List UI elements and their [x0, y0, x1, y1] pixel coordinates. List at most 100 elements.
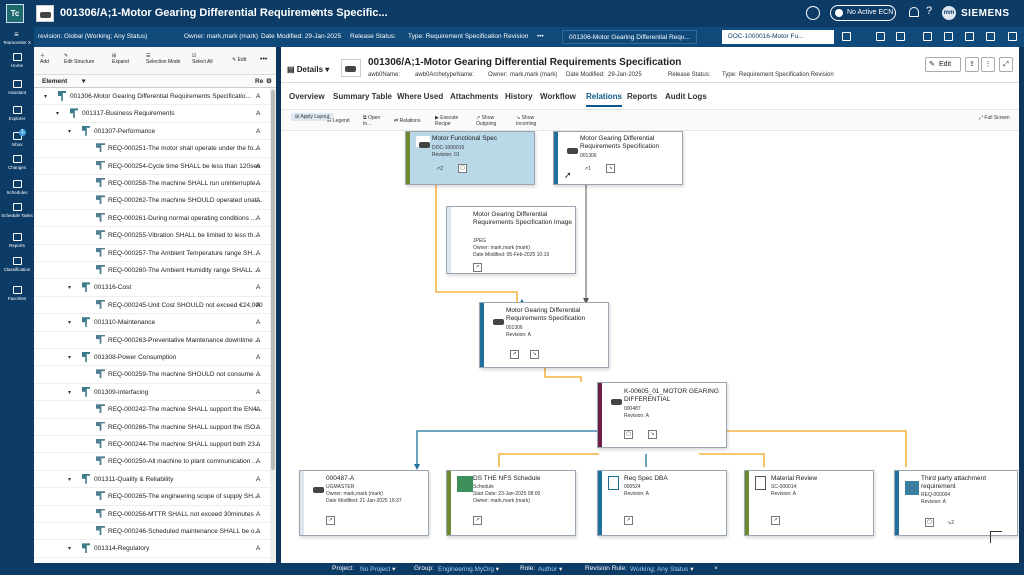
- node-motor-functional-spec[interactable]: Motor Functional Spec DOC-1000016 Revisi…: [405, 131, 535, 185]
- node-mgd-spec-main[interactable]: Motor Gearing Differential Requirements …: [479, 302, 609, 368]
- checkout-icon[interactable]: [944, 32, 953, 41]
- tree-scrollbar[interactable]: [270, 88, 276, 563]
- close-icon[interactable]: ×: [312, 5, 319, 19]
- legend-button[interactable]: ☷ Legend: [327, 118, 350, 124]
- table-row[interactable]: REQ-000246-Scheduled maintenance SHALL b…: [34, 523, 270, 541]
- settings-icon[interactable]: [986, 32, 995, 41]
- nav-item-schedule-tasks[interactable]: Schedule Tasks: [0, 203, 34, 218]
- tab-history[interactable]: History: [505, 92, 533, 101]
- node-third-party-attachment[interactable]: Third party attachment requirement REQ-0…: [894, 470, 1018, 536]
- show-outgoing-button[interactable]: ↗ Show Outgoing: [476, 115, 508, 127]
- expand-relations-icon[interactable]: ▢: [925, 518, 934, 527]
- expand-toggle-icon[interactable]: ▾: [68, 319, 71, 326]
- table-row[interactable]: REQ-000265-The engineering scope of supp…: [34, 488, 270, 506]
- edit-details-button[interactable]: ✎ Edit: [925, 57, 961, 72]
- table-row[interactable]: REQ-000261-During normal operating condi…: [34, 210, 270, 228]
- expand-toggle-icon[interactable]: ▾: [68, 545, 71, 552]
- open-in-button[interactable]: ⧉ Open In...: [363, 115, 389, 127]
- table-row[interactable]: REQ-000242-The machine SHALL support the…: [34, 401, 270, 419]
- role-value[interactable]: Author ▾: [538, 565, 562, 573]
- paste-icon[interactable]: [896, 32, 905, 41]
- nav-item-explorer[interactable]: Explorer: [0, 106, 34, 121]
- avatar[interactable]: mm: [942, 6, 956, 20]
- table-row[interactable]: REQ-000254-Cycle time SHALL be less than…: [34, 158, 270, 175]
- node-req-spec-dba[interactable]: Req Spec DBA 000524 Revision: A ↗: [597, 470, 727, 536]
- menu-icon[interactable]: ≡: [14, 30, 19, 39]
- relations-button[interactable]: ⇄ Relations: [394, 118, 420, 124]
- add-icon[interactable]: [842, 32, 851, 41]
- context-revision[interactable]: revision: Global (Working; Any Status): [38, 33, 147, 40]
- execute-recipe-button[interactable]: ▶ Execute Recipe: [435, 115, 469, 127]
- outgoing-icon[interactable]: ↗: [473, 516, 482, 525]
- table-row[interactable]: REQ-000260-The Ambient Humidity range SH…: [34, 262, 270, 280]
- selection-mode-button[interactable]: ☰ Selection Mode: [146, 53, 186, 65]
- expand-icon[interactable]: ⤢: [999, 57, 1013, 72]
- select-all-button[interactable]: ☑ Select All: [192, 53, 214, 65]
- more-options-icon[interactable]: •••: [260, 56, 267, 63]
- expand-relations-icon[interactable]: ▢: [624, 430, 633, 439]
- edit-button[interactable]: ✎ Edit: [232, 57, 246, 63]
- help-icon[interactable]: ?: [926, 5, 932, 17]
- table-row[interactable]: REQ-000259-The machine SHOULD not consum…: [34, 366, 270, 384]
- expand-toggle-icon[interactable]: ▾: [68, 354, 71, 361]
- table-row[interactable]: ▾ 001309-Interfacing A: [34, 384, 270, 402]
- table-row[interactable]: ▾ 001314-Regulatory A: [34, 540, 270, 558]
- expand-toggle-icon[interactable]: ▾: [68, 284, 71, 291]
- tab-overview[interactable]: Overview: [289, 92, 325, 101]
- table-row[interactable]: REQ-000256-MTTR SHALL not exceed 30minut…: [34, 506, 270, 523]
- tab-audit-logs[interactable]: Audit Logs: [665, 92, 707, 101]
- expand-toggle-icon[interactable]: ▾: [44, 93, 47, 100]
- expand-toggle-icon[interactable]: ▾: [68, 389, 71, 396]
- tab-open-object-1[interactable]: 001306-Motor Gearing Differential Requ..…: [562, 30, 697, 44]
- table-row[interactable]: REQ-000250-All machine to plant communic…: [34, 453, 270, 471]
- table-row[interactable]: ▾ 001311-Quality & Reliability A: [34, 471, 270, 489]
- column-settings-icon[interactable]: ⚙: [266, 77, 272, 85]
- outgoing-icon[interactable]: ↗: [510, 350, 519, 359]
- app-logo[interactable]: Tc: [6, 4, 24, 23]
- incoming-icon[interactable]: ↘: [648, 430, 657, 439]
- table-row[interactable]: REQ-000266-The machine SHALL support the…: [34, 419, 270, 436]
- expand-toggle-icon[interactable]: ▾: [56, 110, 59, 117]
- tab-workflow[interactable]: Workflow: [540, 92, 576, 101]
- nav-item-schedules[interactable]: Schedules: [0, 180, 34, 195]
- table-row[interactable]: ▾ 001307-Performance A: [34, 123, 270, 141]
- tab-summary-table[interactable]: Summary Table: [333, 92, 392, 101]
- more-icon[interactable]: ⋮: [981, 57, 995, 72]
- copy-icon[interactable]: [876, 32, 885, 41]
- table-row[interactable]: REQ-000244-The machine SHALL support bot…: [34, 436, 270, 454]
- incoming-count[interactable]: ↘2: [947, 520, 954, 526]
- table-row[interactable]: ▾ 001308-Power Consumption A: [34, 349, 270, 367]
- node-part-000487[interactable]: 000487-A UGMASTER Owner: mark,mark (mark…: [299, 470, 429, 536]
- context-more-icon[interactable]: •••: [537, 33, 544, 40]
- outgoing-icon[interactable]: ↗: [771, 516, 780, 525]
- tab-reports[interactable]: Reports: [627, 92, 657, 101]
- edit-structure-button[interactable]: ✎ Edit Structure: [64, 53, 110, 65]
- expand-toggle-icon[interactable]: ▾: [68, 128, 71, 135]
- group-value[interactable]: Engineering.MyOrg ▾: [438, 565, 499, 573]
- nav-item-inbox[interactable]: Inbox 1: [0, 129, 34, 147]
- node-material-review[interactable]: Material Review SC-000014 Revision: A ↗: [744, 470, 874, 536]
- tab-relations[interactable]: Relations: [586, 92, 623, 107]
- outgoing-icon[interactable]: ↗: [473, 263, 482, 272]
- sort-icon[interactable]: ▾: [82, 77, 85, 85]
- open-icon[interactable]: [923, 32, 932, 41]
- project-value[interactable]: No Project ▾: [360, 565, 395, 573]
- details-toggle-button[interactable]: ▤ Details ▾: [287, 65, 329, 74]
- expand-relations-icon[interactable]: ▢: [458, 164, 467, 173]
- nav-item-reports[interactable]: Reports: [0, 233, 34, 248]
- outgoing-count[interactable]: ↗1: [584, 166, 591, 172]
- nav-item-changes[interactable]: Changes: [0, 155, 34, 170]
- table-row[interactable]: ▾ 001310-Maintenance A: [34, 314, 270, 332]
- expand-relations-icon[interactable]: ↘: [606, 164, 615, 173]
- table-row[interactable]: ▾ 001317-Business Requirements A: [34, 105, 270, 123]
- revision-column-header[interactable]: Re: [255, 78, 263, 85]
- panel-icon[interactable]: [1008, 32, 1017, 41]
- table-row[interactable]: REQ-000251-The motor shall operate under…: [34, 140, 270, 158]
- nav-item-home[interactable]: Home: [0, 53, 34, 68]
- nav-item-classification[interactable]: Classification: [0, 257, 34, 272]
- tab-open-object-2[interactable]: DOC-1000016-Motor Fu...: [722, 30, 834, 44]
- nav-item-favorites[interactable]: Favorites: [0, 286, 34, 301]
- notifications-icon[interactable]: [909, 7, 919, 17]
- share-icon[interactable]: ⇪: [965, 57, 979, 72]
- node-mgd-spec-top[interactable]: Motor Gearing Differential Requirements …: [553, 131, 683, 185]
